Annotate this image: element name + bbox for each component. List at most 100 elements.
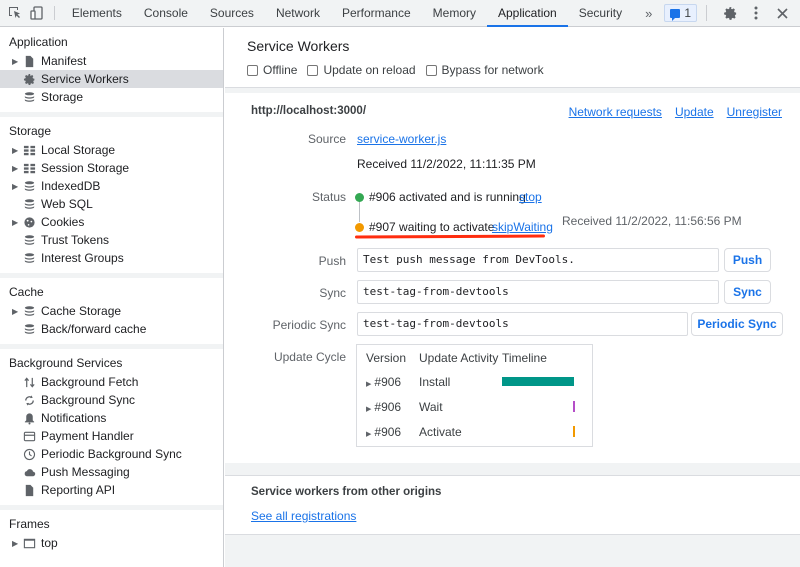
database-icon [22, 90, 37, 104]
sidebar-item-service-workers[interactable]: Service Workers [0, 70, 223, 88]
status-dot-active [355, 193, 364, 202]
push-button[interactable]: Push [724, 248, 771, 272]
cookie-icon [22, 215, 37, 229]
sidebar-item-notifications[interactable]: Notifications [0, 409, 223, 427]
sidebar-item-push-messaging[interactable]: Push Messaging [0, 463, 223, 481]
sidebar-section-cache: Cache ▶ Cache Storage Back/forward cache [0, 278, 223, 349]
sidebar-item-manifest[interactable]: ▶ Manifest [0, 52, 223, 70]
see-all-registrations-link[interactable]: See all registrations [251, 509, 356, 523]
tab-elements[interactable]: Elements [61, 0, 133, 26]
sidebar-section-title: Cache [9, 285, 44, 299]
tab-console[interactable]: Console [133, 0, 199, 26]
sidebar-item-periodic-background-sync[interactable]: Periodic Background Sync [0, 445, 223, 463]
status-dot-waiting [355, 223, 364, 232]
grid-icon [22, 161, 37, 175]
sidebar-item-label: Cache Storage [41, 304, 122, 318]
toolbar-divider [54, 6, 55, 20]
skip-waiting-link[interactable]: skipWaiting [492, 220, 553, 234]
expand-arrow-icon[interactable]: ▶ [366, 431, 371, 438]
expand-arrow-icon[interactable]: ▶ [366, 406, 371, 413]
bypass-for-network-checkbox[interactable]: Bypass for network [425, 63, 544, 77]
expand-arrow-icon[interactable]: ▶ [12, 146, 22, 155]
cloud-icon [22, 465, 37, 479]
device-toolbar-icon[interactable] [26, 0, 48, 26]
gear-icon [723, 6, 736, 20]
sidebar-item-indexeddb[interactable]: ▶ IndexedDB [0, 177, 223, 195]
sidebar-section-storage: Storage ▶ Local Storage ▶ Session Storage ▶ In… [0, 117, 223, 278]
sidebar-item-label: Cookies [41, 215, 85, 229]
expand-arrow-icon[interactable]: ▶ [12, 182, 22, 191]
sidebar-item-cookies[interactable]: ▶ Cookies [0, 213, 223, 231]
sidebar-section-application: Application ▶ Manifest Service Workers Stora… [0, 28, 223, 117]
toolbar-divider [706, 5, 707, 21]
status-waiting-text: #907 waiting to activate [369, 220, 495, 234]
update-on-reload-checkbox[interactable]: Update on reload [307, 63, 416, 77]
sidebar-item-label: Background Sync [41, 393, 136, 407]
sidebar-item-label: Periodic Background Sync [41, 447, 182, 461]
sidebar-item-back-forward-cache[interactable]: Back/forward cache [0, 320, 223, 338]
sidebar-item-label: Local Storage [41, 143, 116, 157]
activity-cell: Activate [419, 425, 462, 439]
version-cell[interactable]: ▶ #906 [366, 397, 401, 420]
issues-button[interactable]: 1 [664, 4, 697, 22]
close-devtools-button[interactable] [770, 1, 794, 25]
sync-input[interactable]: test-tag-from-devtools [357, 280, 719, 304]
settings-button[interactable] [718, 1, 742, 25]
sidebar-item-label: Web SQL [41, 197, 93, 211]
version-label: #906 [374, 375, 402, 389]
sidebar-item-web-sql[interactable]: Web SQL [0, 195, 223, 213]
checkbox-box[interactable] [247, 64, 258, 76]
up-down-arrows-icon [22, 375, 37, 389]
tab-performance[interactable]: Performance [331, 0, 422, 26]
checkbox-box[interactable] [425, 64, 437, 76]
expand-arrow-icon[interactable]: ▶ [12, 307, 22, 316]
sidebar-item-local-storage[interactable]: ▶ Local Storage [0, 141, 223, 159]
activity-cell: Wait [419, 400, 443, 414]
issues-icon [670, 8, 681, 21]
sidebar-item-session-storage[interactable]: ▶ Session Storage [0, 159, 223, 177]
sidebar-item-reporting-api[interactable]: Reporting API [0, 481, 223, 499]
tab-application[interactable]: Application [487, 0, 568, 27]
update-link[interactable]: Update [675, 105, 714, 119]
expand-arrow-icon[interactable]: ▶ [12, 218, 22, 227]
push-input[interactable]: Test push message from DevTools. [357, 248, 719, 272]
sidebar-section-background-services: Background Services Background Fetch Backg… [0, 349, 223, 510]
sidebar-item-background-fetch[interactable]: Background Fetch [0, 373, 223, 391]
periodic-sync-input[interactable]: test-tag-from-devtools [357, 312, 688, 336]
tab-memory[interactable]: Memory [422, 0, 487, 26]
version-cell[interactable]: ▶ #906 [366, 422, 401, 445]
sidebar-item-trust-tokens[interactable]: Trust Tokens [0, 231, 223, 249]
source-file-link[interactable]: service-worker.js [357, 132, 446, 146]
sidebar-item-payment-handler[interactable]: Payment Handler [0, 427, 223, 445]
issues-count: 1 [684, 6, 691, 20]
offline-checkbox[interactable]: Offline [247, 63, 297, 77]
sync-button[interactable]: Sync [724, 280, 771, 304]
expand-arrow-icon[interactable]: ▶ [366, 381, 371, 388]
sidebar-item-background-sync[interactable]: Background Sync [0, 391, 223, 409]
sidebar-item-storage[interactable]: Storage [0, 88, 223, 106]
tab-sources[interactable]: Sources [199, 0, 265, 26]
tab-security[interactable]: Security [568, 0, 633, 26]
version-cell[interactable]: ▶ #906 [366, 372, 401, 395]
tab-network[interactable]: Network [265, 0, 331, 26]
network-requests-link[interactable]: Network requests [569, 105, 662, 119]
frame-icon [22, 536, 37, 550]
sidebar-item-interest-groups[interactable]: Interest Groups [0, 249, 223, 267]
database-icon [22, 304, 37, 318]
sidebar-section-title: Application [9, 35, 68, 49]
inspect-element-icon[interactable] [4, 0, 26, 26]
periodic-sync-button[interactable]: Periodic Sync [691, 312, 783, 336]
stop-link[interactable]: stop [519, 190, 542, 204]
unregister-link[interactable]: Unregister [727, 105, 782, 119]
expand-arrow-icon[interactable]: ▶ [12, 164, 22, 173]
database-icon [22, 233, 37, 247]
sidebar-item-label: Back/forward cache [41, 322, 147, 336]
more-tabs-button[interactable]: » [633, 0, 664, 26]
expand-arrow-icon[interactable]: ▶ [12, 57, 22, 66]
push-label: Push [318, 254, 346, 268]
more-options-button[interactable] [744, 1, 768, 25]
checkbox-box[interactable] [307, 64, 319, 76]
sidebar-item-top[interactable]: ▶ top [0, 534, 223, 552]
sidebar-item-cache-storage[interactable]: ▶ Cache Storage [0, 302, 223, 320]
expand-arrow-icon[interactable]: ▶ [12, 539, 22, 548]
